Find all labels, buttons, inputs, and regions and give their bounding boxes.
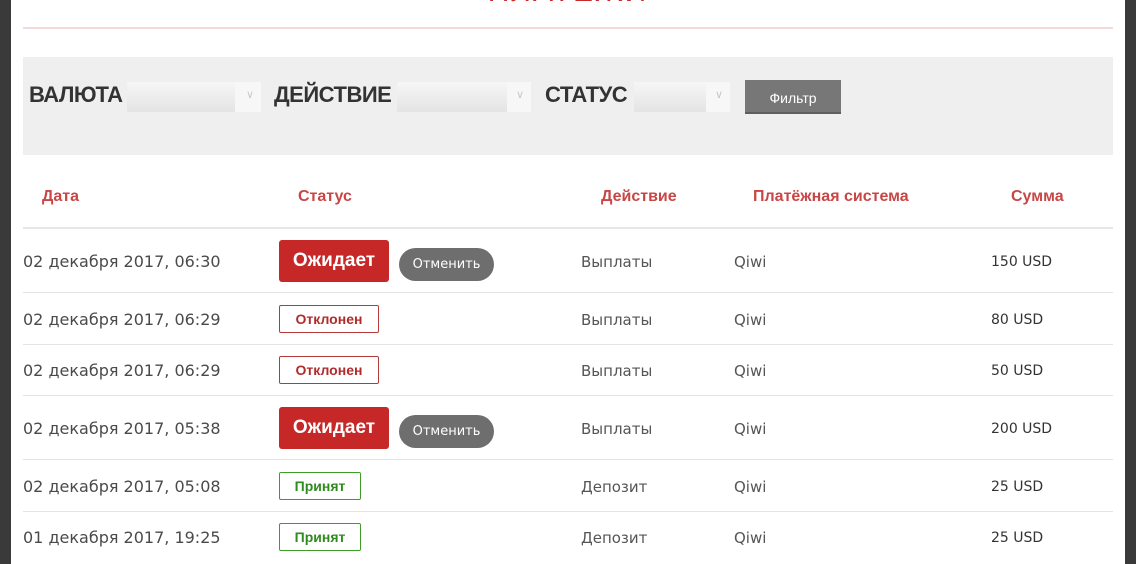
currency-select[interactable]: ∨: [127, 82, 261, 112]
column-header-amount[interactable]: Сумма: [1011, 187, 1064, 207]
row-amount: 200 USD: [991, 421, 1053, 437]
currency-select-value: [127, 82, 235, 112]
row-action: Депозит: [581, 478, 648, 496]
chevron-down-icon: ∨: [714, 88, 724, 101]
row-amount: 80 USD: [991, 312, 1044, 328]
filter-bar: ВАЛЮТА ∨ ДЕЙСТВИЕ ∨ СТАТУС ∨ Фильтр: [23, 57, 1113, 155]
row-date: 01 декабря 2017, 19:25: [23, 528, 221, 547]
status-badge: Отклонен: [279, 356, 379, 384]
row-amount: 25 USD: [991, 479, 1044, 495]
status-select[interactable]: ∨: [634, 82, 730, 112]
row-payment-system: Qiwi: [734, 478, 767, 496]
status-badge: Принят: [279, 523, 361, 551]
table-row: 02 декабря 2017, 06:29 Отклонен Выплаты …: [23, 293, 1113, 345]
table-row: 01 декабря 2017, 19:25 Принят Депозит Qi…: [23, 512, 1113, 564]
filter-button[interactable]: Фильтр: [745, 80, 841, 114]
row-payment-system: Qiwi: [734, 311, 767, 329]
row-payment-system: Qiwi: [734, 420, 767, 438]
row-date: 02 декабря 2017, 06:29: [23, 361, 221, 380]
column-header-action[interactable]: Действие: [601, 187, 677, 207]
chevron-down-icon: ∨: [515, 88, 525, 101]
row-action: Выплаты: [581, 362, 653, 380]
row-payment-system: Qiwi: [734, 253, 767, 271]
table-row: 02 декабря 2017, 06:29 Отклонен Выплаты …: [23, 345, 1113, 396]
chevron-down-icon: ∨: [245, 88, 255, 101]
currency-filter-label: ВАЛЮТА: [29, 82, 123, 107]
row-action: Выплаты: [581, 311, 653, 329]
action-select[interactable]: ∨: [397, 82, 531, 112]
status-badge: Ожидает: [279, 240, 389, 282]
table-row: 02 декабря 2017, 06:30 Ожидает Отменить …: [23, 229, 1113, 293]
column-header-date[interactable]: Дата: [42, 187, 79, 207]
row-date: 02 декабря 2017, 06:30: [23, 252, 221, 271]
row-action: Выплаты: [581, 420, 653, 438]
row-action: Выплаты: [581, 253, 653, 271]
status-filter-label: СТАТУС: [545, 82, 628, 107]
title-divider: [23, 27, 1113, 29]
row-date: 02 декабря 2017, 06:29: [23, 310, 221, 329]
row-date: 02 декабря 2017, 05:08: [23, 477, 221, 496]
status-badge: Принят: [279, 472, 361, 500]
cancel-button[interactable]: Отменить: [399, 248, 494, 281]
cancel-button[interactable]: Отменить: [399, 415, 494, 448]
table-row: 02 декабря 2017, 05:08 Принят Депозит Qi…: [23, 460, 1113, 512]
row-payment-system: Qiwi: [734, 362, 767, 380]
action-filter-label: ДЕЙСТВИЕ: [274, 82, 392, 107]
table-row: 02 декабря 2017, 05:38 Ожидает Отменить …: [23, 396, 1113, 460]
payments-panel: ПЛАТЕЖИ ВАЛЮТА ∨ ДЕЙСТВИЕ ∨ СТАТУС ∨ Фил…: [11, 0, 1125, 564]
row-amount: 50 USD: [991, 363, 1044, 379]
status-select-value: [634, 82, 706, 112]
column-header-status[interactable]: Статус: [298, 187, 352, 207]
column-header-payment-system[interactable]: Платёжная система: [753, 187, 909, 207]
row-payment-system: Qiwi: [734, 529, 767, 547]
row-amount: 25 USD: [991, 530, 1044, 546]
status-badge: Отклонен: [279, 305, 379, 333]
row-action: Депозит: [581, 529, 648, 547]
row-amount: 150 USD: [991, 254, 1053, 270]
row-date: 02 декабря 2017, 05:38: [23, 419, 221, 438]
page-title: ПЛАТЕЖИ: [23, 0, 1113, 10]
action-select-value: [397, 82, 507, 112]
status-badge: Ожидает: [279, 407, 389, 449]
